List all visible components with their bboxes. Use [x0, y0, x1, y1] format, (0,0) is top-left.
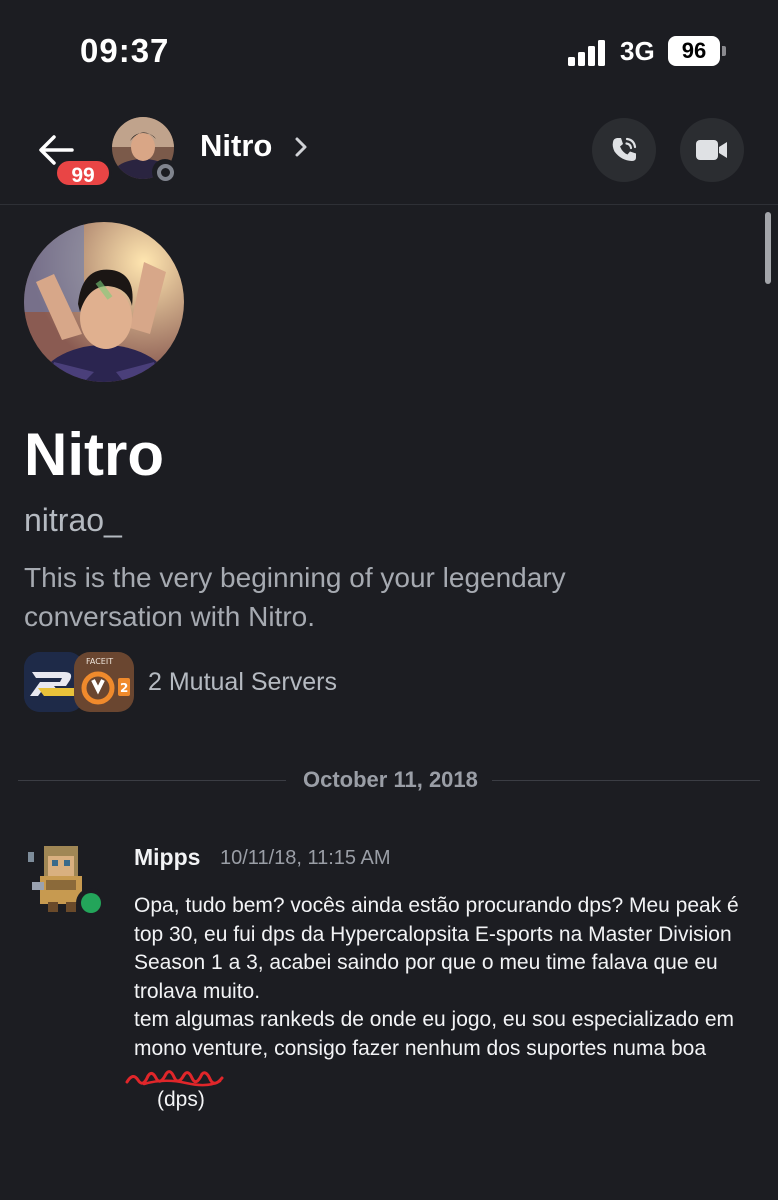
message-timestamp: 10/11/18, 11:15 AM	[220, 847, 391, 869]
video-camera-icon	[696, 140, 727, 160]
profile-username: nitrao_	[24, 502, 122, 538]
server-icon[interactable]: FACEIT 2	[74, 652, 134, 712]
divider-line	[18, 780, 286, 781]
svg-text:FACEIT: FACEIT	[86, 657, 113, 666]
scrollbar[interactable]	[765, 212, 771, 284]
scribble-annotation	[125, 1070, 224, 1087]
date-divider: October 11, 2018	[303, 767, 478, 792]
profile-avatar[interactable]	[24, 222, 184, 382]
online-status-icon	[76, 888, 106, 918]
battery-icon: 96	[668, 36, 720, 66]
voice-call-button[interactable]	[592, 118, 656, 182]
profile-display-name: Nitro	[24, 421, 164, 488]
status-time: 09:37	[80, 32, 170, 69]
message-content: Opa, tudo bem? vocês ainda estão procura…	[134, 892, 754, 1063]
conversation-intro: This is the very beginning of your legen…	[24, 562, 566, 632]
svg-text:2: 2	[120, 681, 128, 695]
message-paragraph: tem algumas rankeds de onde eu jogo, eu …	[134, 1008, 735, 1060]
dm-header: 99 Nitro	[0, 100, 778, 205]
phone-call-icon	[612, 137, 637, 161]
battery-level: 96	[681, 38, 707, 63]
message-author[interactable]: Mipps	[134, 844, 200, 871]
mutual-servers-link[interactable]: 2 Mutual Servers	[148, 668, 337, 697]
header-title[interactable]: Nitro	[200, 128, 272, 164]
video-call-button[interactable]	[680, 118, 744, 182]
unread-badge: 99	[54, 158, 112, 188]
battery-tip	[722, 46, 726, 56]
signal-strength-icon	[568, 40, 606, 66]
status-bar: 09:37 3G 96	[0, 0, 778, 100]
offline-status-icon	[152, 159, 178, 185]
divider-line	[492, 780, 760, 781]
message-paragraph: Opa, tudo bem? vocês ainda estão procura…	[134, 894, 739, 1003]
handwritten-annotation: (dps)	[157, 1088, 205, 1111]
network-type: 3G	[620, 36, 655, 66]
chevron-right-icon[interactable]	[292, 136, 310, 158]
